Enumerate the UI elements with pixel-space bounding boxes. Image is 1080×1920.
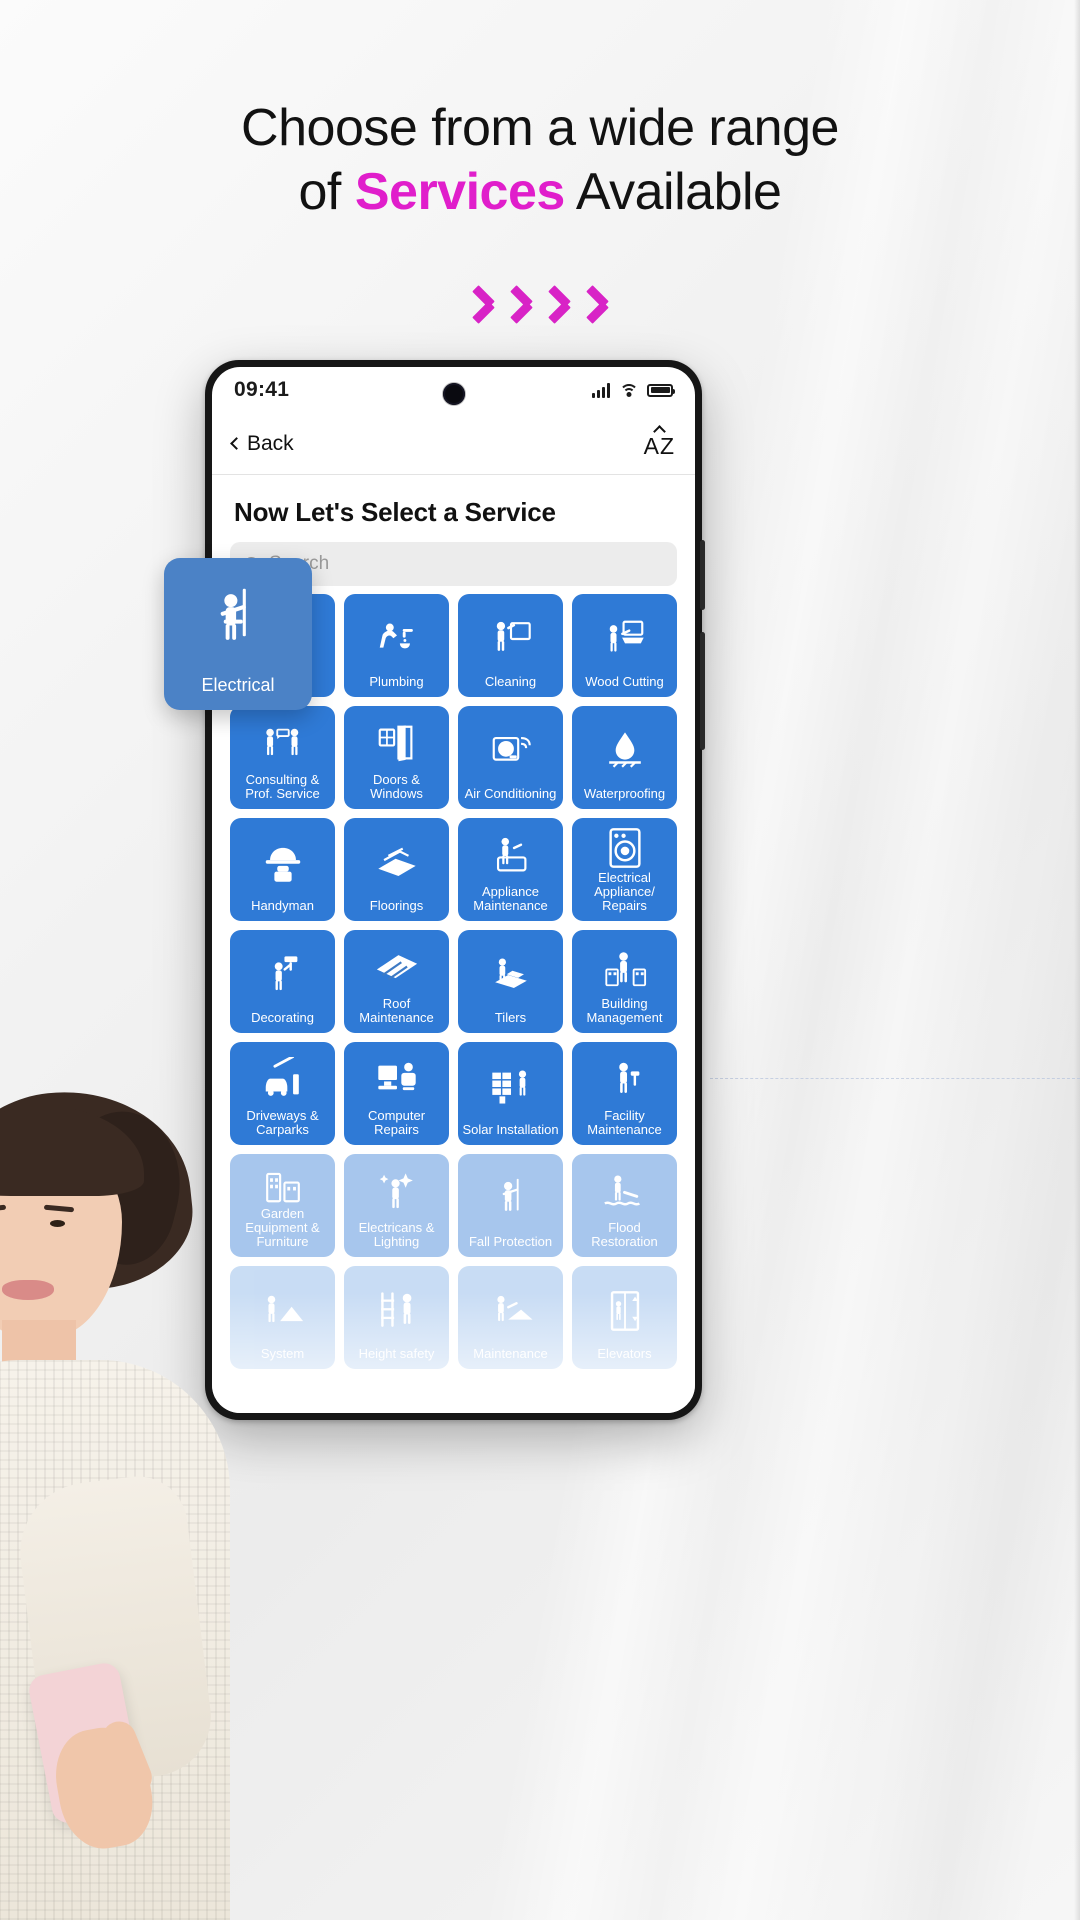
page-title: Now Let's Select a Service [234, 497, 556, 527]
service-tile[interactable]: Building Management [572, 930, 677, 1033]
headline-line-2-prefix: of [298, 163, 355, 221]
model-eye-right [50, 1220, 65, 1227]
building-management-icon [576, 938, 673, 997]
service-tile[interactable]: Cleaning [458, 594, 563, 697]
service-tile[interactable]: Electrical Appliance/ Repairs [572, 818, 677, 921]
service-tile-label: Roof Maintenance [359, 996, 434, 1025]
chevron-left-icon [230, 437, 243, 450]
service-tile-label: Fall Protection [468, 1234, 553, 1249]
model-lips [2, 1280, 54, 1300]
sort-alphabetical-icon[interactable]: AZ [644, 425, 675, 458]
chevron-right-icon [544, 282, 574, 328]
service-tile-label: Electricans & Lighting [358, 1220, 435, 1249]
battery-full-icon [647, 383, 675, 397]
wifi-icon [619, 383, 638, 398]
service-tile-label: Air Conditioning [464, 786, 557, 801]
cellular-signal-icon [592, 382, 610, 398]
service-tile[interactable]: Waterproofing [572, 706, 677, 809]
featured-tile-label: Electrical [201, 675, 275, 695]
status-bar: 09:41 [212, 367, 695, 413]
appliance-maintenance-icon [462, 826, 559, 885]
service-tile[interactable]: Facility Maintenance [572, 1042, 677, 1145]
service-tile-label: Computer Repairs [367, 1108, 426, 1137]
height-safety-ladder-icon [348, 1274, 445, 1347]
maintenance-icon [462, 1274, 559, 1347]
window-cleaning-icon [462, 602, 559, 675]
app-navbar: Back AZ [212, 413, 695, 475]
service-tile[interactable]: Appliance Maintenance [458, 818, 563, 921]
service-tile[interactable]: Elevators [572, 1266, 677, 1369]
headline-line-2-suffix: Available [564, 163, 782, 221]
status-time: 09:41 [234, 378, 290, 401]
elevator-icon [576, 1274, 673, 1347]
back-button[interactable]: Back [230, 431, 294, 456]
washing-machine-icon [576, 825, 673, 871]
service-tile-label: Plumbing [369, 674, 424, 689]
service-tile-label: Wood Cutting [585, 674, 664, 689]
service-tile-label: Tilers [494, 1010, 527, 1025]
wood-cutting-icon [576, 602, 673, 675]
electrician-harness-icon [200, 568, 276, 675]
service-tile-label: Height safety [358, 1346, 435, 1361]
service-tile[interactable]: Flood Restoration [572, 1154, 677, 1257]
door-window-icon [348, 714, 445, 773]
roof-maintenance-icon [348, 938, 445, 997]
service-tile-label: Maintenance [473, 1346, 548, 1361]
service-tile[interactable]: Electricans & Lighting [344, 1154, 449, 1257]
service-tile[interactable]: Height safety [344, 1266, 449, 1369]
service-tile[interactable]: Solar Installation [458, 1042, 563, 1145]
air-conditioner-icon [462, 714, 559, 787]
service-tile-label: Cleaning [484, 674, 537, 689]
background-dashed-guide [710, 1078, 1080, 1079]
service-tile[interactable]: Wood Cutting [572, 594, 677, 697]
status-icons [592, 382, 675, 398]
service-tile[interactable]: Air Conditioning [458, 706, 563, 809]
chevron-right-icon [468, 282, 498, 328]
service-tile[interactable]: Tilers [458, 930, 563, 1033]
service-tile-label: Building Management [586, 996, 663, 1025]
tiler-icon [462, 938, 559, 1011]
service-tile[interactable]: Computer Repairs [344, 1042, 449, 1145]
plumber-tap-icon [348, 602, 445, 675]
service-tile-label: Floorings [369, 898, 424, 913]
chevron-right-icon [506, 282, 536, 328]
flood-restoration-icon [576, 1162, 673, 1221]
service-tile[interactable]: Plumbing [344, 594, 449, 697]
service-tile-label: Doors & Windows [370, 772, 423, 801]
service-tile[interactable]: Fall Protection [458, 1154, 563, 1257]
service-tile-label: Facility Maintenance [587, 1108, 662, 1137]
headline-line-2: of Services Available [0, 160, 1080, 224]
phone-volume-button[interactable] [700, 540, 705, 610]
headline-accent-word: Services [354, 163, 565, 221]
phone-power-button[interactable] [700, 632, 705, 750]
front-camera-icon [442, 383, 465, 405]
service-tile-label: Appliance Maintenance [473, 884, 548, 913]
service-tile-label: Flood Restoration [591, 1220, 658, 1249]
fall-protection-icon [462, 1162, 559, 1235]
chevron-arrow-group [0, 282, 1080, 328]
service-tile-label: Solar Installation [462, 1122, 559, 1137]
model-photo [0, 720, 320, 1920]
service-tile[interactable]: Roof Maintenance [344, 930, 449, 1033]
back-button-label: Back [247, 431, 294, 455]
service-tile[interactable]: Doors & Windows [344, 706, 449, 809]
page-headline: Choose from a wide range of Services Ava… [0, 96, 1080, 224]
featured-service-tile-electrical[interactable]: Electrical [164, 558, 312, 710]
facility-maintenance-icon [576, 1050, 673, 1109]
lighting-icon [348, 1162, 445, 1221]
flooring-tiles-icon [348, 826, 445, 899]
service-tile[interactable]: Maintenance [458, 1266, 563, 1369]
service-tile-label: Waterproofing [583, 786, 666, 801]
headline-line-1: Choose from a wide range [241, 99, 839, 157]
solar-panel-icon [462, 1050, 559, 1123]
service-tile[interactable]: Floorings [344, 818, 449, 921]
chevron-right-icon [582, 282, 612, 328]
service-tile-label: Elevators [597, 1346, 652, 1361]
computer-repairs-icon [348, 1050, 445, 1109]
service-tile-label: Electrical Appliance/ Repairs [594, 870, 655, 913]
waterproofing-drop-icon [576, 714, 673, 787]
